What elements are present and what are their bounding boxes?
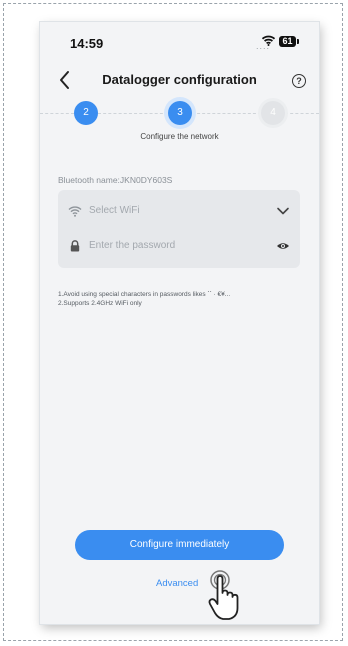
lock-icon (70, 240, 80, 252)
step-connector (98, 113, 168, 114)
chevron-down-icon[interactable] (276, 204, 290, 218)
password-field[interactable]: Enter the password (89, 240, 175, 251)
wifi-status-icon (262, 35, 275, 46)
tip-line: 1.Avoid using special characters in pass… (58, 291, 231, 298)
status-time: 14:59 (70, 36, 104, 51)
eye-icon[interactable] (276, 239, 290, 253)
step-connector (192, 113, 261, 114)
phone-screen: 14:59 .... 61 Datalogger configuration ?… (40, 22, 319, 624)
status-bar: 14:59 .... 61 (40, 22, 319, 62)
step-connector (285, 113, 319, 114)
nav-bar: Datalogger configuration ? (40, 62, 319, 98)
configure-immediately-button[interactable]: Configure immediately (75, 530, 284, 560)
advanced-link[interactable]: Advanced (156, 578, 198, 589)
select-wifi-row[interactable]: Select WiFi (58, 194, 300, 228)
tap-hand-icon (208, 570, 239, 620)
step-label: Configure the network (140, 132, 219, 141)
wifi-icon (68, 206, 82, 217)
password-tips: 1.Avoid using special characters in pass… (58, 291, 230, 308)
battery-icon: 61 (279, 36, 299, 47)
password-row[interactable]: Enter the password (58, 229, 300, 263)
tip-line: 2.Supports 2.4GHz WiFi only (58, 299, 142, 307)
step-3: 3 (168, 101, 192, 125)
help-icon[interactable]: ? (292, 74, 306, 88)
stepper: 2 3 4 Configure the network (40, 98, 319, 168)
bluetooth-name: Bluetooth name:JKN0DY603S (58, 175, 173, 185)
wifi-select-field[interactable]: Select WiFi (89, 205, 140, 216)
step-2: 2 (74, 101, 98, 125)
wifi-form-card: Select WiFi Enter the password (58, 190, 300, 268)
step-4: 4 (261, 101, 285, 125)
step-connector (40, 113, 74, 114)
page-title: Datalogger configuration (102, 72, 257, 87)
